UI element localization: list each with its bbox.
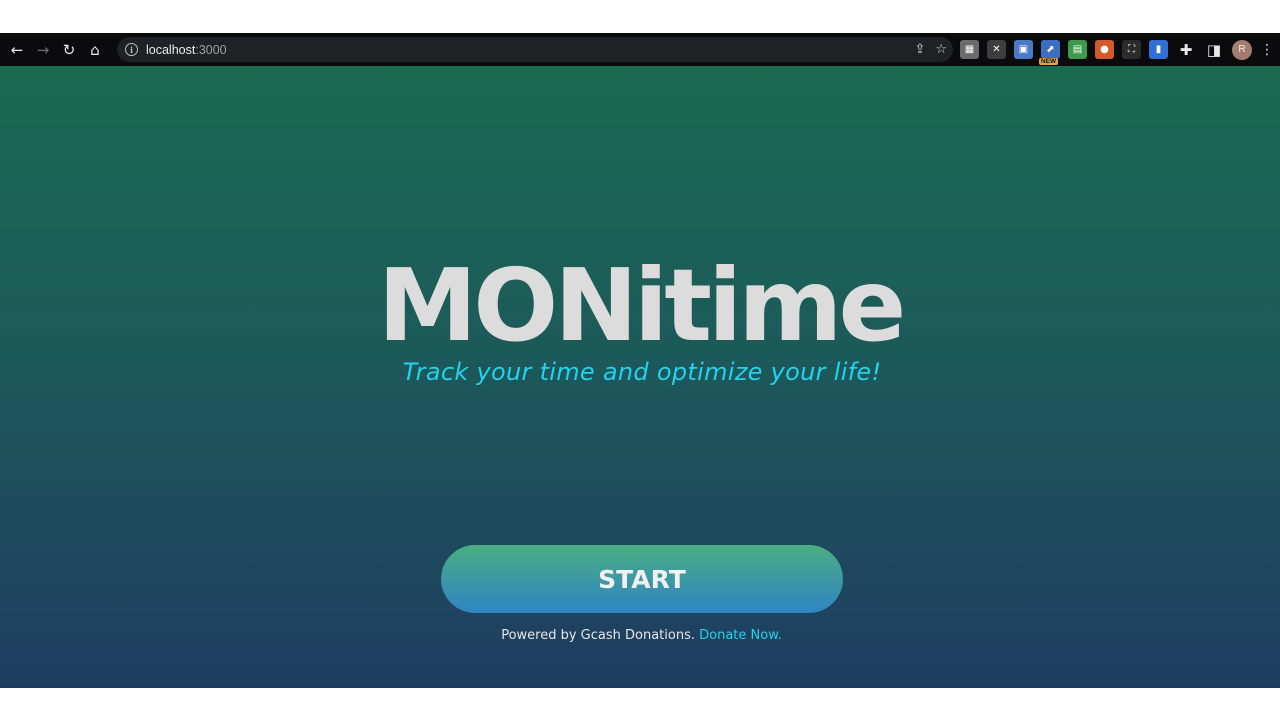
bottom-margin [0, 688, 1280, 720]
ext-6-icon[interactable]: ● [1095, 40, 1114, 59]
top-margin [0, 0, 1280, 33]
footer-text: Powered by Gcash Donations. [501, 628, 695, 643]
donate-now-link[interactable]: Donate Now. [699, 628, 782, 643]
url-host: localhost [146, 42, 196, 57]
extensions-puzzle-icon[interactable]: ✚ [1176, 37, 1196, 63]
address-bar[interactable]: i localhost:3000 ⇪ ☆ [117, 37, 953, 62]
share-icon[interactable]: ⇪ [914, 42, 925, 57]
browser-toolbar: ← → ↻ ⌂ i localhost:3000 ⇪ ☆ ▦ ✕ ▣ ⬈ NEW … [0, 33, 1280, 66]
ext-8-icon[interactable]: ▮ [1149, 40, 1168, 59]
profile-avatar[interactable]: R [1232, 39, 1252, 60]
site-info-icon[interactable]: i [125, 43, 138, 56]
ext-1-icon[interactable]: ▦ [960, 40, 979, 59]
ext-4-icon[interactable]: ⬈ NEW [1039, 40, 1060, 65]
ext-3-icon[interactable]: ▣ [1014, 40, 1033, 59]
new-badge: NEW [1039, 58, 1059, 65]
ext-2-icon[interactable]: ✕ [987, 40, 1006, 59]
extensions-area: ▦ ✕ ▣ ⬈ NEW ▤ ● ⛶ ▮ ✚ ◨ R ⋮ [960, 33, 1274, 66]
footer: Powered by Gcash Donations. Donate Now. [0, 628, 1280, 643]
ext-5-icon[interactable]: ▤ [1068, 40, 1087, 59]
url-port: :3000 [195, 42, 227, 57]
reload-icon[interactable]: ↻ [56, 37, 82, 63]
menu-dots-icon[interactable]: ⋮ [1260, 42, 1274, 58]
app-page: MONitime Track your time and optimize yo… [0, 66, 1280, 688]
back-icon[interactable]: ← [4, 37, 30, 63]
forward-icon[interactable]: → [30, 37, 56, 63]
ext-7-icon[interactable]: ⛶ [1122, 40, 1141, 59]
home-icon[interactable]: ⌂ [82, 37, 108, 63]
app-title: MONitime [377, 247, 907, 364]
side-panel-icon[interactable]: ◨ [1204, 37, 1224, 63]
bookmark-star-icon[interactable]: ☆ [935, 42, 947, 57]
start-button[interactable]: START [441, 545, 843, 613]
tagline: Track your time and optimize your life! [402, 358, 882, 386]
